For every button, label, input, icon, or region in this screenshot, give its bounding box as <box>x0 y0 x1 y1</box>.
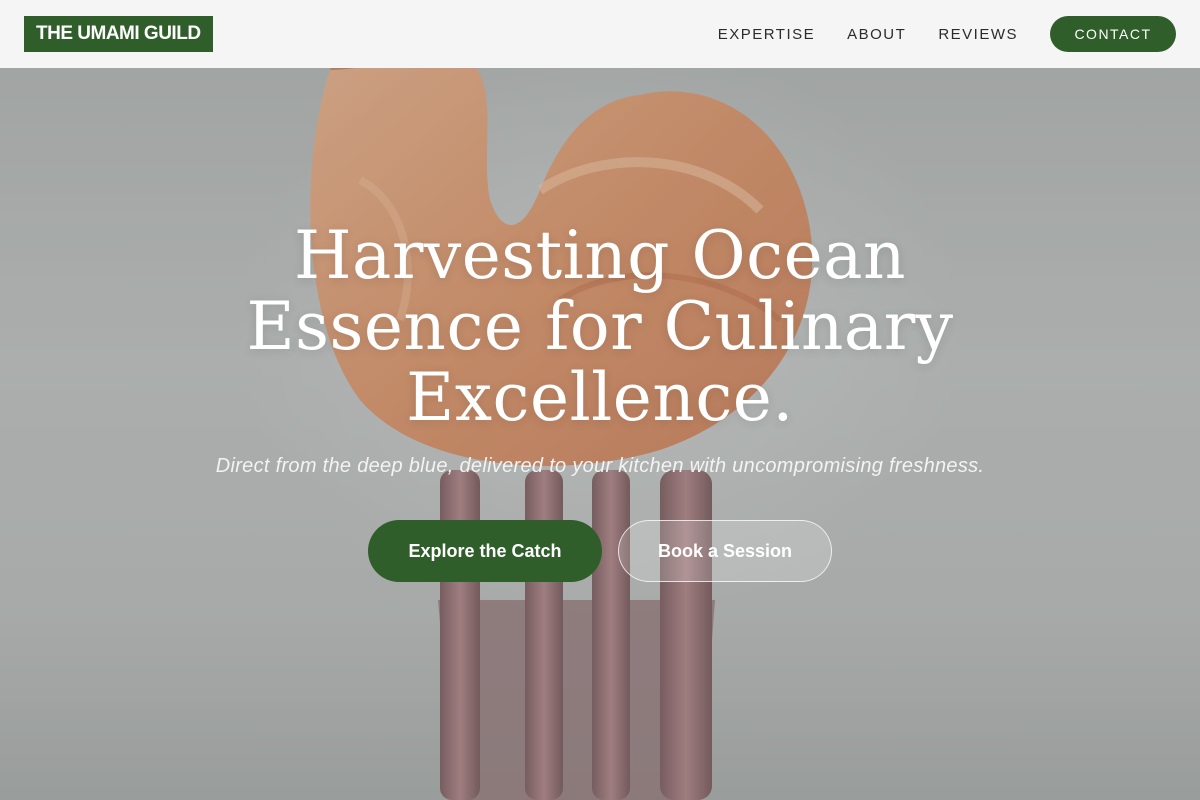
hero-headline: Harvesting Ocean Essence for Culinary Ex… <box>246 217 954 436</box>
nav-link-expertise[interactable]: EXPERTISE <box>718 26 815 43</box>
top-navbar: THE UMAMI GUILD EXPERTISE ABOUT REVIEWS … <box>0 0 1200 68</box>
cta-row: Explore the Catch Book a Session <box>0 520 1200 582</box>
nav-links: EXPERTISE ABOUT REVIEWS CONTACT <box>718 16 1176 52</box>
book-session-button[interactable]: Book a Session <box>618 520 832 582</box>
hero-subtitle: Direct from the deep blue, delivered to … <box>215 455 985 477</box>
contact-button[interactable]: CONTACT <box>1050 16 1176 52</box>
nav-link-reviews[interactable]: REVIEWS <box>938 26 1018 43</box>
hero-content: Harvesting Ocean Essence for Culinary Ex… <box>0 220 1200 582</box>
nav-link-about[interactable]: ABOUT <box>847 26 906 43</box>
brand-logo[interactable]: THE UMAMI GUILD <box>24 16 213 52</box>
explore-catch-button[interactable]: Explore the Catch <box>368 520 602 582</box>
